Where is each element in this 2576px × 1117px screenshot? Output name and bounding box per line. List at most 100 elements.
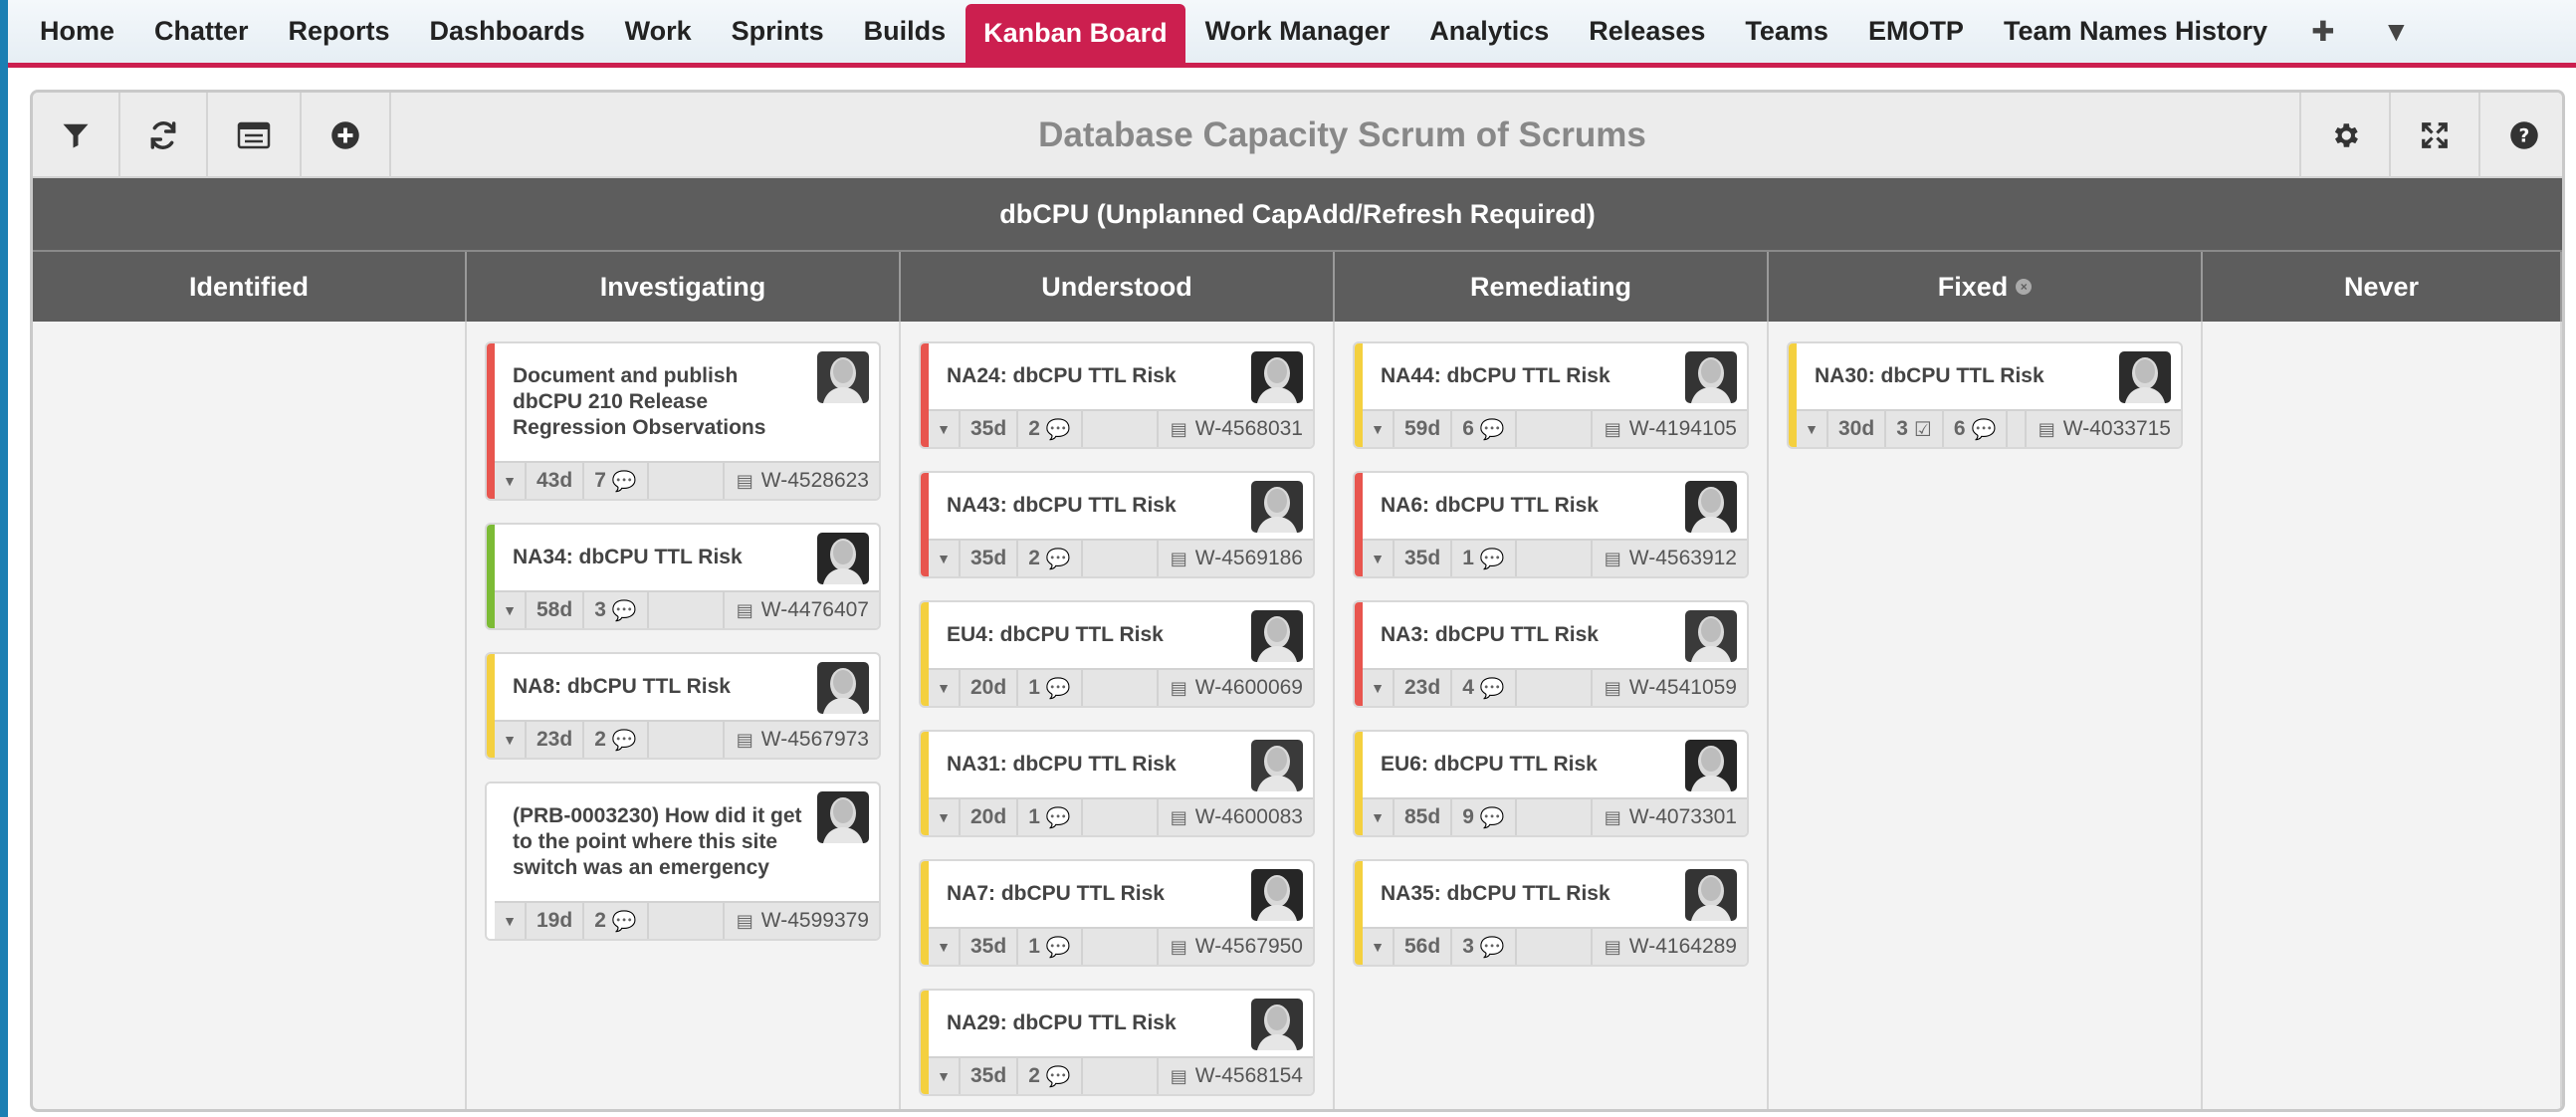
comment-count[interactable]: 2 💬 xyxy=(1018,411,1083,447)
card-title[interactable]: EU4: dbCPU TTL Risk xyxy=(947,622,1237,648)
work-card[interactable]: NA30: dbCPU TTL Risk ▼ 30d 3 ☑ 6 💬 ▤ W-4033715 xyxy=(1787,341,2183,449)
work-card[interactable]: NA43: dbCPU TTL Risk ▼ 35d 2 💬 ▤ W-4569186 xyxy=(919,471,1315,578)
work-card[interactable]: NA8: dbCPU TTL Risk ▼ 23d 2 💬 ▤ W-4567973 xyxy=(485,652,881,760)
work-id[interactable]: W-4164289 xyxy=(1629,935,1737,959)
work-id[interactable]: W-4194105 xyxy=(1629,417,1737,441)
card-title[interactable]: NA8: dbCPU TTL Risk xyxy=(513,674,803,700)
column-header-remediating[interactable]: Remediating xyxy=(1335,252,1769,322)
column-header-never[interactable]: Never xyxy=(2203,252,2562,322)
card-title[interactable]: NA43: dbCPU TTL Risk xyxy=(947,493,1237,519)
card-title[interactable]: NA35: dbCPU TTL Risk xyxy=(1381,881,1671,907)
card-title[interactable]: NA30: dbCPU TTL Risk xyxy=(1815,363,2105,389)
work-id[interactable]: W-4567950 xyxy=(1195,935,1303,959)
column-header-identified[interactable]: Identified xyxy=(33,252,467,322)
work-card[interactable]: Document and publish dbCPU 210 Release R… xyxy=(485,341,881,501)
list-view-icon[interactable] xyxy=(208,93,302,178)
comment-count[interactable]: 3 💬 xyxy=(584,592,649,628)
work-id[interactable]: W-4073301 xyxy=(1629,805,1737,829)
work-card[interactable]: NA35: dbCPU TTL Risk ▼ 56d 3 💬 ▤ W-4164289 xyxy=(1353,859,1749,967)
work-id-link[interactable]: ▤ W-4568154 xyxy=(1156,1058,1313,1094)
work-id-link[interactable]: ▤ W-4194105 xyxy=(1590,411,1747,447)
avatar[interactable] xyxy=(1251,481,1303,533)
avatar[interactable] xyxy=(1685,351,1737,403)
card-menu-caret-icon[interactable]: ▼ xyxy=(495,903,527,939)
comment-count[interactable]: 1 💬 xyxy=(1018,799,1083,835)
tab-team-names-history[interactable]: Team Names History xyxy=(1984,0,2287,63)
work-card[interactable]: NA6: dbCPU TTL Risk ▼ 35d 1 💬 ▤ W-4563912 xyxy=(1353,471,1749,578)
tab-emotp[interactable]: EMOTP xyxy=(1848,0,1984,63)
comment-count[interactable]: 2 💬 xyxy=(1018,1058,1083,1094)
work-card[interactable]: NA31: dbCPU TTL Risk ▼ 20d 1 💬 ▤ W-4600083 xyxy=(919,730,1315,837)
column-header-understood[interactable]: Understood xyxy=(901,252,1335,322)
card-menu-caret-icon[interactable]: ▼ xyxy=(929,929,961,965)
swimlane-header[interactable]: dbCPU (Unplanned CapAdd/Refresh Required… xyxy=(33,178,2562,252)
work-id-link[interactable]: ▤ W-4599379 xyxy=(722,903,879,939)
card-title[interactable]: NA3: dbCPU TTL Risk xyxy=(1381,622,1671,648)
avatar[interactable] xyxy=(1685,481,1737,533)
work-card[interactable]: NA34: dbCPU TTL Risk ▼ 58d 3 💬 ▤ W-4476407 xyxy=(485,523,881,630)
avatar[interactable] xyxy=(1251,999,1303,1050)
comment-count[interactable]: 2 💬 xyxy=(584,722,649,758)
work-id-link[interactable]: ▤ W-4568031 xyxy=(1156,411,1313,447)
avatar[interactable] xyxy=(817,662,869,714)
plus-icon[interactable]: ✚ xyxy=(2287,0,2358,63)
comment-count[interactable]: 3 💬 xyxy=(1452,929,1517,965)
avatar[interactable] xyxy=(1251,740,1303,791)
work-id-link[interactable]: ▤ W-4567973 xyxy=(722,722,879,758)
work-id[interactable]: W-4567973 xyxy=(761,728,869,752)
card-menu-caret-icon[interactable]: ▼ xyxy=(495,592,527,628)
card-menu-caret-icon[interactable]: ▼ xyxy=(929,541,961,576)
work-id[interactable]: W-4568154 xyxy=(1195,1064,1303,1088)
card-title[interactable]: Document and publish dbCPU 210 Release R… xyxy=(513,363,803,441)
comment-count[interactable]: 6 💬 xyxy=(1944,411,2009,447)
comment-count[interactable]: 9 💬 xyxy=(1452,799,1517,835)
comment-count[interactable]: 1 💬 xyxy=(1018,670,1083,706)
work-id[interactable]: W-4033715 xyxy=(2063,417,2171,441)
tab-work-manager[interactable]: Work Manager xyxy=(1185,0,1410,63)
avatar[interactable] xyxy=(1685,610,1737,662)
help-icon[interactable]: ? xyxy=(2478,93,2562,178)
tab-teams[interactable]: Teams xyxy=(1725,0,1848,63)
card-title[interactable]: (PRB-0003230) How did it get to the poin… xyxy=(513,803,803,881)
tab-work[interactable]: Work xyxy=(605,0,712,63)
card-menu-caret-icon[interactable]: ▼ xyxy=(929,670,961,706)
work-id[interactable]: W-4568031 xyxy=(1195,417,1303,441)
comment-count[interactable]: 2 💬 xyxy=(1018,541,1083,576)
card-menu-caret-icon[interactable]: ▼ xyxy=(929,799,961,835)
clear-icon[interactable]: × xyxy=(2016,279,2033,295)
work-id-link[interactable]: ▤ W-4541059 xyxy=(1590,670,1747,706)
work-id[interactable]: W-4528623 xyxy=(761,469,869,493)
card-title[interactable]: NA24: dbCPU TTL Risk xyxy=(947,363,1237,389)
work-id[interactable]: W-4569186 xyxy=(1195,547,1303,570)
avatar[interactable] xyxy=(817,351,869,403)
chevron-down-icon[interactable]: ▼ xyxy=(2359,0,2435,63)
work-card[interactable]: EU6: dbCPU TTL Risk ▼ 85d 9 💬 ▤ W-4073301 xyxy=(1353,730,1749,837)
avatar[interactable] xyxy=(1251,869,1303,921)
work-id-link[interactable]: ▤ W-4600069 xyxy=(1156,670,1313,706)
card-menu-caret-icon[interactable]: ▼ xyxy=(1363,411,1395,447)
card-menu-caret-icon[interactable]: ▼ xyxy=(1363,541,1395,576)
task-count[interactable]: 3 ☑ xyxy=(1886,411,1944,447)
card-menu-caret-icon[interactable]: ▼ xyxy=(495,722,527,758)
refresh-icon[interactable] xyxy=(120,93,208,178)
comment-count[interactable]: 6 💬 xyxy=(1452,411,1517,447)
card-menu-caret-icon[interactable]: ▼ xyxy=(495,463,527,499)
work-id[interactable]: W-4476407 xyxy=(761,598,869,622)
tab-sprints[interactable]: Sprints xyxy=(712,0,844,63)
card-menu-caret-icon[interactable]: ▼ xyxy=(929,1058,961,1094)
tab-analytics[interactable]: Analytics xyxy=(1409,0,1569,63)
work-card[interactable]: EU4: dbCPU TTL Risk ▼ 20d 1 💬 ▤ W-4600069 xyxy=(919,600,1315,708)
avatar[interactable] xyxy=(817,791,869,843)
avatar[interactable] xyxy=(1251,610,1303,662)
work-id-link[interactable]: ▤ W-4563912 xyxy=(1590,541,1747,576)
card-title[interactable]: NA31: dbCPU TTL Risk xyxy=(947,752,1237,778)
tab-kanban-board[interactable]: Kanban Board xyxy=(966,4,1185,63)
work-id-link[interactable]: ▤ W-4073301 xyxy=(1590,799,1747,835)
comment-count[interactable]: 4 💬 xyxy=(1452,670,1517,706)
work-id-link[interactable]: ▤ W-4567950 xyxy=(1156,929,1313,965)
card-title[interactable]: EU6: dbCPU TTL Risk xyxy=(1381,752,1671,778)
card-title[interactable]: NA6: dbCPU TTL Risk xyxy=(1381,493,1671,519)
expand-icon[interactable] xyxy=(2389,93,2478,178)
work-card[interactable]: NA44: dbCPU TTL Risk ▼ 59d 6 💬 ▤ W-4194105 xyxy=(1353,341,1749,449)
avatar[interactable] xyxy=(1685,740,1737,791)
